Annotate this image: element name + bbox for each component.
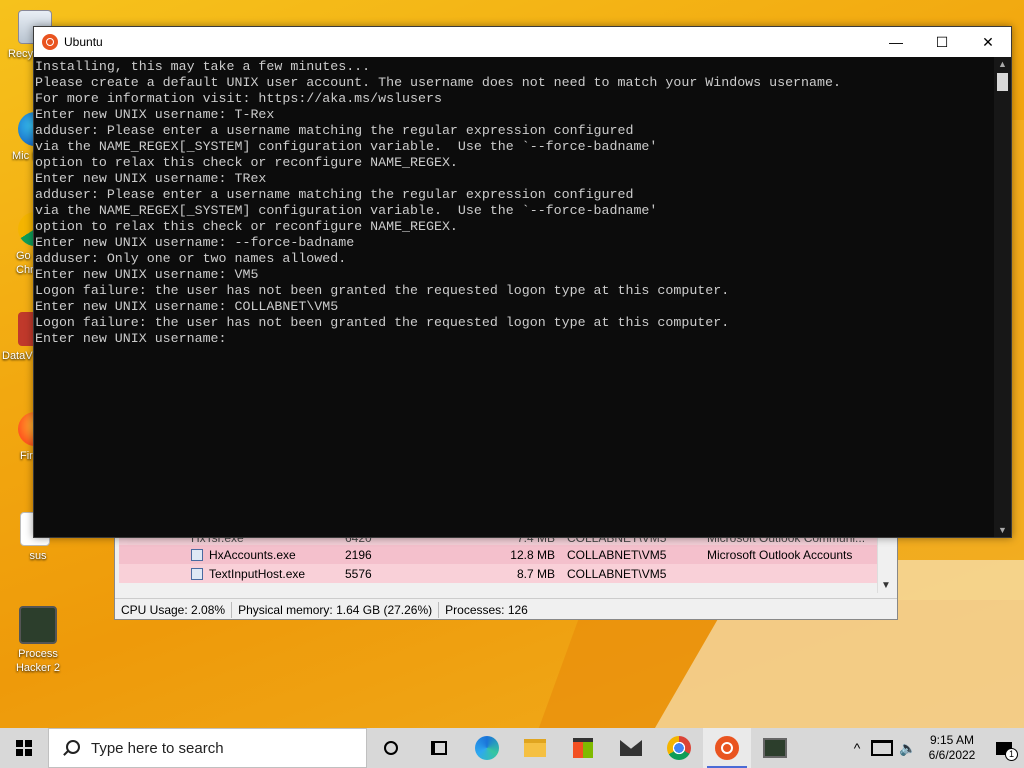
notification-count: 1 bbox=[1005, 748, 1018, 761]
desktop-icon-process-hacker[interactable]: Process Hacker 2 bbox=[0, 606, 76, 675]
terminal-line: adduser: Please enter a username matchin… bbox=[35, 123, 634, 138]
terminal-line: Enter new UNIX username: T-Rex bbox=[35, 107, 275, 122]
ubuntu-taskbar-button[interactable] bbox=[703, 728, 751, 768]
process-list-scrollbar[interactable]: ▼ bbox=[877, 537, 893, 593]
terminal-line: Logon failure: the user has not been gra… bbox=[35, 315, 730, 330]
edge-taskbar-button[interactable] bbox=[463, 728, 511, 768]
process-name: TextInputHost.exe bbox=[209, 566, 306, 581]
terminal-line: adduser: Please enter a username matchin… bbox=[35, 187, 634, 202]
terminal-output[interactable]: Installing, this may take a few minutes.… bbox=[34, 57, 994, 537]
search-placeholder: Type here to search bbox=[91, 739, 224, 757]
terminal-line: Enter new UNIX username: --force-badname bbox=[35, 235, 355, 250]
terminal-line: option to relax this check or reconfigur… bbox=[35, 155, 458, 170]
process-icon bbox=[191, 548, 203, 561]
mail-icon bbox=[620, 740, 642, 756]
terminal-line: Enter new UNIX username: TRex bbox=[35, 171, 267, 186]
process-list[interactable]: HxTsr.exe 6420 7.4 MB COLLABNET\VM5 Micr… bbox=[119, 537, 877, 593]
task-view-icon bbox=[384, 741, 398, 755]
title-bar[interactable]: Ubuntu — ☐ ✕ bbox=[34, 27, 1011, 57]
table-row[interactable]: HxAccounts.exe 2196 12.8 MB COLLABNET\VM… bbox=[119, 545, 877, 564]
task-view-button[interactable] bbox=[367, 728, 415, 768]
search-box[interactable]: Type here to search bbox=[48, 728, 367, 768]
scrollbar-thumb[interactable] bbox=[997, 73, 1008, 91]
scroll-up-icon[interactable]: ▲ bbox=[998, 59, 1007, 69]
physical-memory: Physical memory: 1.64 GB (27.26%) bbox=[232, 601, 440, 618]
edge-icon bbox=[475, 736, 499, 760]
timeline-button[interactable] bbox=[415, 728, 463, 768]
process-hacker-icon bbox=[19, 606, 57, 644]
windows-logo-icon bbox=[16, 740, 32, 756]
maximize-button[interactable]: ☐ bbox=[919, 27, 965, 57]
process-count: Processes: 126 bbox=[445, 602, 528, 617]
terminal-line: via the NAME_REGEX[_SYSTEM] configuratio… bbox=[35, 139, 658, 154]
chevron-up-icon[interactable]: ^ bbox=[846, 740, 868, 756]
terminal-line: For more information visit: https://aka.… bbox=[35, 91, 442, 106]
taskbar: Type here to search ^ 🔈 9:15 AM 6/6/2022 bbox=[0, 728, 1024, 768]
process-hacker-window[interactable]: HxTsr.exe 6420 7.4 MB COLLABNET\VM5 Micr… bbox=[114, 530, 898, 620]
process-description: Microsoft Outlook Accounts bbox=[707, 547, 853, 562]
terminal-line: Logon failure: the user has not been gra… bbox=[35, 283, 730, 298]
scroll-down-icon[interactable]: ▼ bbox=[998, 525, 1007, 535]
process-memory: 8.7 MB bbox=[516, 566, 555, 581]
process-name: HxTsr.exe bbox=[191, 537, 244, 545]
ubuntu-icon[interactable] bbox=[42, 34, 58, 50]
minimize-button[interactable]: — bbox=[873, 27, 919, 57]
scroll-down-icon[interactable]: ▼ bbox=[881, 580, 891, 591]
process-user: COLLABNET\VM5 bbox=[567, 547, 667, 562]
window-controls: — ☐ ✕ bbox=[873, 27, 1011, 57]
process-pid: 5576 bbox=[345, 566, 372, 581]
clock-date: 6/6/2022 bbox=[928, 748, 976, 762]
clock[interactable]: 9:15 AM 6/6/2022 bbox=[920, 733, 984, 763]
chrome-icon bbox=[667, 736, 691, 760]
network-icon[interactable] bbox=[871, 740, 893, 756]
table-row[interactable]: HxTsr.exe 6420 7.4 MB COLLABNET\VM5 Micr… bbox=[119, 537, 877, 545]
window-title: Ubuntu bbox=[64, 35, 103, 49]
system-tray: ^ 🔈 9:15 AM 6/6/2022 1 bbox=[846, 728, 1024, 768]
clock-time: 9:15 AM bbox=[929, 733, 975, 747]
mail-button[interactable] bbox=[607, 728, 655, 768]
terminal-line: Enter new UNIX username: VM5 bbox=[35, 267, 259, 282]
process-user: COLLABNET\VM5 bbox=[567, 537, 667, 545]
terminal-line: Please create a default UNIX user accoun… bbox=[35, 75, 841, 90]
store-icon bbox=[573, 738, 593, 758]
process-name-cell: TextInputHost.exe bbox=[191, 567, 411, 581]
process-pid: 6420 bbox=[345, 537, 372, 545]
process-description: Microsoft Outlook Communi... bbox=[707, 537, 866, 545]
store-button[interactable] bbox=[559, 728, 607, 768]
timeline-icon bbox=[431, 741, 447, 755]
ubuntu-icon bbox=[715, 736, 739, 760]
desktop-icon-label: Process Hacker 2 bbox=[15, 648, 61, 674]
table-row[interactable]: TextInputHost.exe 5576 8.7 MB COLLABNET\… bbox=[119, 564, 877, 583]
search-icon bbox=[63, 740, 80, 756]
terminal-line: option to relax this check or reconfigur… bbox=[35, 219, 458, 234]
file-explorer-icon bbox=[524, 739, 546, 757]
desktop-icon-label: sus bbox=[29, 550, 47, 562]
process-name-cell: HxAccounts.exe bbox=[191, 548, 411, 562]
terminal-line: Installing, this may take a few minutes.… bbox=[35, 59, 371, 74]
process-hacker-taskbar-button[interactable] bbox=[751, 728, 799, 768]
ubuntu-terminal-window[interactable]: Ubuntu — ☐ ✕ Installing, this may take a… bbox=[33, 26, 1012, 538]
notification-button[interactable]: 1 bbox=[984, 728, 1024, 768]
volume-icon[interactable]: 🔈 bbox=[896, 740, 920, 757]
process-icon bbox=[191, 567, 203, 580]
chrome-taskbar-button[interactable] bbox=[655, 728, 703, 768]
start-button[interactable] bbox=[0, 728, 48, 768]
process-name: HxAccounts.exe bbox=[209, 547, 296, 562]
status-bar: CPU Usage: 2.08% Physical memory: 1.64 G… bbox=[115, 598, 897, 620]
terminal-scrollbar[interactable]: ▲ ▼ bbox=[994, 57, 1011, 537]
terminal-line: adduser: Only one or two names allowed. bbox=[35, 251, 347, 266]
file-explorer-button[interactable] bbox=[511, 728, 559, 768]
terminal-line: Enter new UNIX username: bbox=[35, 331, 235, 346]
process-pid: 2196 bbox=[345, 547, 372, 562]
process-hacker-icon bbox=[763, 738, 787, 758]
cpu-usage: CPU Usage: 2.08% bbox=[115, 601, 233, 618]
close-button[interactable]: ✕ bbox=[965, 27, 1011, 57]
terminal-line: Enter new UNIX username: COLLABNET\VM5 bbox=[35, 299, 339, 314]
process-memory: 7.4 MB bbox=[516, 537, 555, 545]
process-user: COLLABNET\VM5 bbox=[567, 566, 667, 581]
terminal-line: via the NAME_REGEX[_SYSTEM] configuratio… bbox=[35, 203, 658, 218]
process-memory: 12.8 MB bbox=[510, 547, 555, 562]
